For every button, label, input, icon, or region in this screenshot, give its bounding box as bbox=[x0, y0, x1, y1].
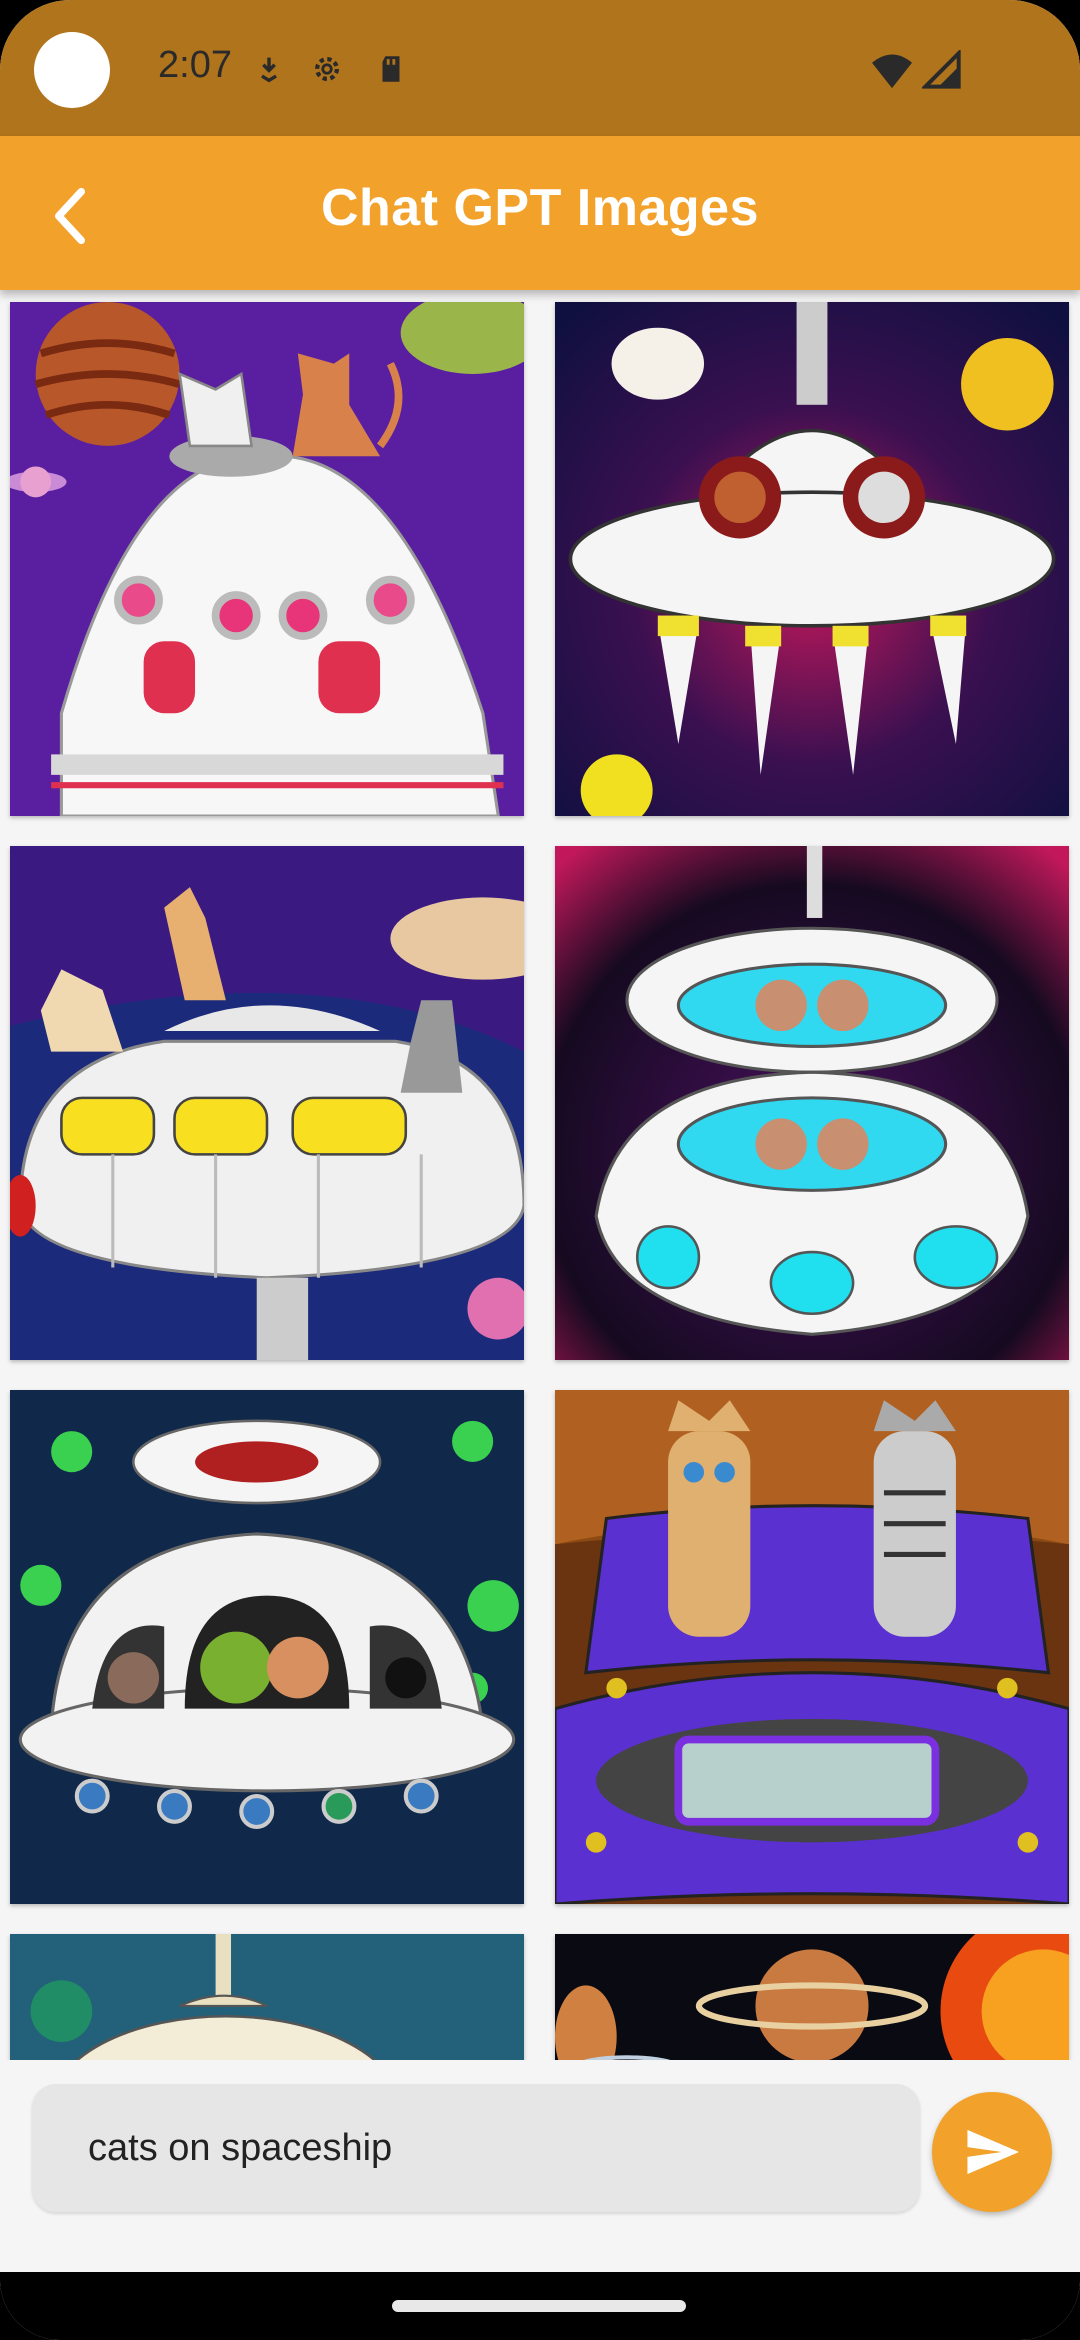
generated-image-1[interactable] bbox=[10, 302, 524, 816]
cell-signal-icon bbox=[922, 50, 961, 89]
generated-image-7[interactable] bbox=[10, 1934, 524, 2060]
status-time: 2:07 bbox=[158, 44, 232, 86]
camera-cutout-icon bbox=[34, 32, 110, 108]
send-icon bbox=[967, 2129, 1019, 2175]
image-grid[interactable] bbox=[0, 290, 1080, 2060]
sd-card-icon bbox=[382, 56, 400, 82]
prompt-bar: cats on spaceship bbox=[0, 2060, 1080, 2272]
settings-icon bbox=[314, 56, 340, 82]
navigation-bar bbox=[0, 2272, 1080, 2340]
phone-screen: 2:07 Chat GPT Images cats on spaceship bbox=[0, 0, 1080, 2340]
generated-image-6[interactable] bbox=[555, 1390, 1069, 1904]
home-gesture-handle[interactable] bbox=[392, 2300, 686, 2312]
wifi-icon bbox=[872, 54, 912, 89]
generated-image-4[interactable] bbox=[555, 846, 1069, 1360]
generated-image-2[interactable] bbox=[555, 302, 1069, 816]
app-bar: Chat GPT Images bbox=[0, 136, 1080, 290]
status-bar: 2:07 bbox=[0, 0, 1080, 136]
prompt-input[interactable]: cats on spaceship bbox=[32, 2084, 920, 2212]
download-icon bbox=[261, 57, 277, 83]
page-title: Chat GPT Images bbox=[320, 179, 760, 237]
send-button[interactable] bbox=[932, 2092, 1052, 2212]
generated-image-8[interactable] bbox=[555, 1934, 1069, 2060]
generated-image-3[interactable] bbox=[10, 846, 524, 1360]
generated-image-5[interactable] bbox=[10, 1390, 524, 1904]
